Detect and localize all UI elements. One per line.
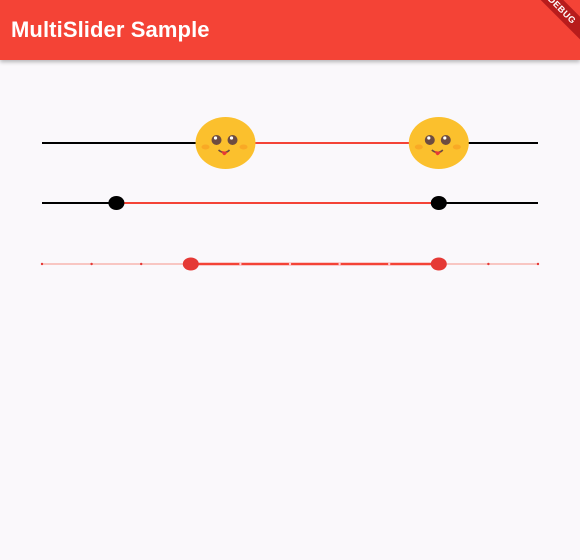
division-tick xyxy=(140,262,143,266)
slider-thumb[interactable] xyxy=(430,196,447,210)
discrete-slider[interactable] xyxy=(0,249,580,279)
app-bar: MultiSlider Sample xyxy=(0,0,580,60)
slider-thumb[interactable] xyxy=(108,196,125,210)
slider-thumb[interactable] xyxy=(430,257,447,271)
slider-thumb[interactable] xyxy=(182,257,199,271)
division-tick xyxy=(536,262,540,266)
division-tick xyxy=(388,262,391,266)
division-tick xyxy=(288,262,292,266)
division-tick xyxy=(487,262,490,266)
emoji-slider[interactable] xyxy=(0,108,580,178)
content-area xyxy=(0,60,580,560)
app-title: MultiSlider Sample xyxy=(11,17,210,42)
division-tick xyxy=(40,262,44,266)
division-tick xyxy=(338,262,341,266)
emoji-face-icon[interactable] xyxy=(195,117,256,169)
black-thumb-slider[interactable] xyxy=(0,188,580,218)
division-tick xyxy=(239,262,242,266)
emoji-face-icon[interactable] xyxy=(408,117,469,169)
division-tick xyxy=(90,262,93,266)
